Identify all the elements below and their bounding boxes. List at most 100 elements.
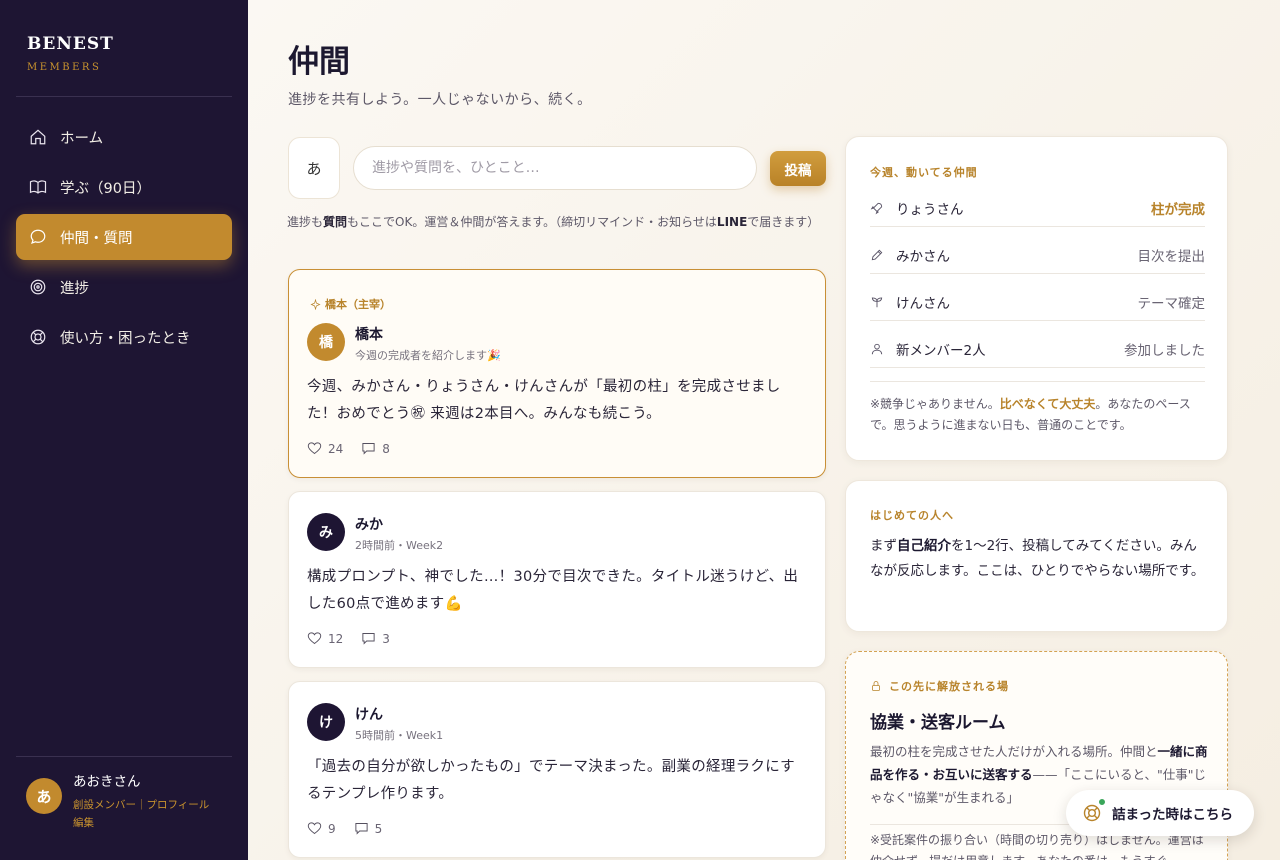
card-divider bbox=[870, 381, 1205, 382]
main-content: 仲間 進捗を共有しよう。一人じゃないから、続く。 あ 投稿 進捗も質問もここでO… bbox=[248, 0, 1280, 860]
avatar[interactable]: あ bbox=[26, 778, 62, 814]
post-actions: 9 5 bbox=[307, 821, 400, 836]
nav-item-home[interactable]: ホーム bbox=[16, 114, 232, 160]
comment-count: 8 bbox=[382, 441, 390, 456]
sparkle-icon bbox=[310, 298, 321, 310]
person-icon bbox=[871, 343, 883, 355]
member-name: りょうさん bbox=[896, 202, 964, 218]
post-actions: 24 8 bbox=[307, 441, 408, 456]
heart-icon bbox=[307, 822, 322, 835]
intro-text-part: まず bbox=[870, 538, 897, 554]
note-text: ※競争じゃありません。 bbox=[870, 397, 1000, 411]
rocket-icon bbox=[870, 202, 883, 215]
brand-subtitle: MEMBERS bbox=[27, 62, 102, 73]
comment-button[interactable]: 8 bbox=[361, 441, 390, 456]
sidebar-divider bbox=[16, 756, 232, 757]
nav-item-label: ホーム bbox=[60, 130, 104, 147]
activity-row[interactable]: みかさん 目次を提出 bbox=[870, 237, 1205, 274]
help-floating-button[interactable]: 詰まった時はこちら bbox=[1066, 790, 1254, 836]
post-meta: 今週の完成者を紹介します🎉 bbox=[355, 349, 501, 362]
nav-item-learn[interactable]: 学ぶ（90日） bbox=[16, 164, 232, 210]
nav-item-progress[interactable]: 進捗 bbox=[16, 264, 232, 310]
post-author[interactable]: けん bbox=[355, 704, 383, 724]
member-name: けんさん bbox=[896, 296, 950, 312]
comment-count: 5 bbox=[374, 821, 383, 836]
avatar[interactable]: け bbox=[307, 703, 345, 741]
edit-link[interactable]: 編集 bbox=[73, 817, 94, 829]
post-author[interactable]: みか bbox=[355, 514, 383, 534]
card-label: この先に解放される場 bbox=[870, 678, 1009, 694]
home-icon bbox=[28, 127, 48, 147]
note-text: もここでOK。運営＆仲間が答えます。（締切リマインド・お知らせは bbox=[347, 215, 717, 229]
sidebar-nav: ホーム 学ぶ（90日） 仲間・質問 進捗 使い方・困ったとき bbox=[16, 114, 232, 364]
post-actions: 12 3 bbox=[307, 631, 408, 646]
nav-item-label: 進捗 bbox=[60, 280, 89, 297]
page-title: 仲間 bbox=[288, 44, 350, 80]
user-profile: あ あおきさん 創設メンバー｜プロフィール 編集 bbox=[26, 770, 223, 832]
like-button[interactable]: 12 bbox=[307, 631, 343, 646]
heart-icon bbox=[307, 442, 322, 455]
member-status: 柱が完成 bbox=[1151, 202, 1205, 218]
post-card-pinned: 橋本（主宰） 橋 橋本 今週の完成者を紹介します🎉 今週、みかさん・りょうさん・… bbox=[288, 269, 826, 478]
member-status: テーマ確定 bbox=[1137, 296, 1206, 312]
nav-item-label: 使い方・困ったとき bbox=[60, 330, 191, 347]
sidebar-divider bbox=[16, 96, 232, 97]
activity-row[interactable]: 新メンバー2人 参加しました bbox=[870, 331, 1205, 368]
comment-count: 3 bbox=[382, 631, 390, 646]
comment-button[interactable]: 3 bbox=[361, 631, 390, 646]
host-tag: 橋本（主宰） bbox=[310, 296, 391, 312]
avatar[interactable]: 橋 bbox=[307, 323, 345, 361]
nav-item-help[interactable]: 使い方・困ったとき bbox=[16, 314, 232, 360]
like-button[interactable]: 24 bbox=[307, 441, 343, 456]
avatar[interactable]: み bbox=[307, 513, 345, 551]
role-link[interactable]: 創設メンバー bbox=[73, 799, 136, 811]
activity-row[interactable]: りょうさん 柱が完成 bbox=[870, 190, 1205, 227]
lifebuoy-icon bbox=[1082, 798, 1106, 823]
card-label: 今週、動いてる仲間 bbox=[870, 166, 978, 179]
comment-icon bbox=[362, 633, 375, 645]
intro-text: まず自己紹介を1〜2行、投稿してみてください。みんなが反応します。ここは、ひとり… bbox=[870, 534, 1208, 584]
post-input[interactable] bbox=[353, 146, 757, 190]
note-bold: LINE bbox=[716, 215, 748, 229]
intro-text-bold: 自己紹介 bbox=[897, 538, 951, 554]
nav-item-community[interactable]: 仲間・質問 bbox=[16, 214, 232, 260]
host-tag-label: 橋本（主宰） bbox=[325, 298, 391, 311]
note-text: で届きます） bbox=[747, 215, 820, 229]
post-meta: 5時間前・Week1 bbox=[355, 729, 444, 742]
comment-icon bbox=[362, 443, 375, 455]
post-button[interactable]: 投稿 bbox=[770, 151, 826, 186]
member-name: みかさん bbox=[896, 249, 950, 265]
brand-name: BENEST bbox=[27, 34, 114, 54]
brand-logo[interactable]: BENEST MEMBERS bbox=[27, 34, 114, 73]
link-separator: ｜ bbox=[136, 799, 147, 811]
active-members-card: 今週、動いてる仲間 りょうさん 柱が完成 みかさん 目次を提出 けんさん テーマ… bbox=[845, 136, 1228, 461]
composer-note: 進捗も質問もここでOK。運営＆仲間が答えます。（締切リマインド・お知らせはLIN… bbox=[287, 212, 827, 233]
member-name: 新メンバー2人 bbox=[896, 343, 986, 359]
locked-room-title: 協業・送客ルーム bbox=[870, 713, 1006, 733]
book-icon bbox=[28, 177, 48, 197]
post-body: 「過去の自分が欲しかったもの」でテーマ決まった。副業の経理ラクにするテンプレ作り… bbox=[307, 759, 795, 802]
nav-item-label: 仲間・質問 bbox=[60, 230, 133, 247]
card-label-text: この先に解放される場 bbox=[889, 680, 1009, 693]
post-card: け けん 5時間前・Week1 「過去の自分が欲しかったもの」でテーマ決まった。… bbox=[288, 681, 826, 858]
page-subtitle: 進捗を共有しよう。一人じゃないから、続く。 bbox=[288, 92, 592, 108]
post-author[interactable]: 橋本 bbox=[355, 324, 383, 344]
sprout-icon bbox=[871, 297, 883, 308]
post-meta: 2時間前・Week2 bbox=[355, 539, 444, 552]
like-count: 9 bbox=[328, 821, 336, 836]
comment-icon bbox=[355, 823, 368, 835]
activity-row[interactable]: けんさん テーマ確定 bbox=[870, 284, 1205, 321]
user-name: あおきさん bbox=[73, 774, 141, 790]
target-icon bbox=[28, 277, 48, 297]
like-button[interactable]: 9 bbox=[307, 821, 336, 836]
post-body: 構成プロンプト、神でした…！30分で目次できた。タイトル迷うけど、出した60点で… bbox=[307, 569, 799, 612]
help-button-label: 詰まった時はこちら bbox=[1112, 807, 1233, 823]
nav-item-label: 学ぶ（90日） bbox=[60, 180, 151, 197]
composer-avatar: あ bbox=[288, 137, 340, 199]
member-status: 参加しました bbox=[1124, 343, 1205, 359]
heart-icon bbox=[307, 632, 322, 645]
post-body: 今週、みかさん・りょうさん・けんさんが「最初の柱」を完成させました！おめでとう㊗… bbox=[307, 379, 781, 422]
lifebuoy-icon bbox=[28, 327, 48, 347]
profile-link[interactable]: プロフィール bbox=[147, 799, 210, 811]
comment-button[interactable]: 5 bbox=[354, 821, 383, 836]
